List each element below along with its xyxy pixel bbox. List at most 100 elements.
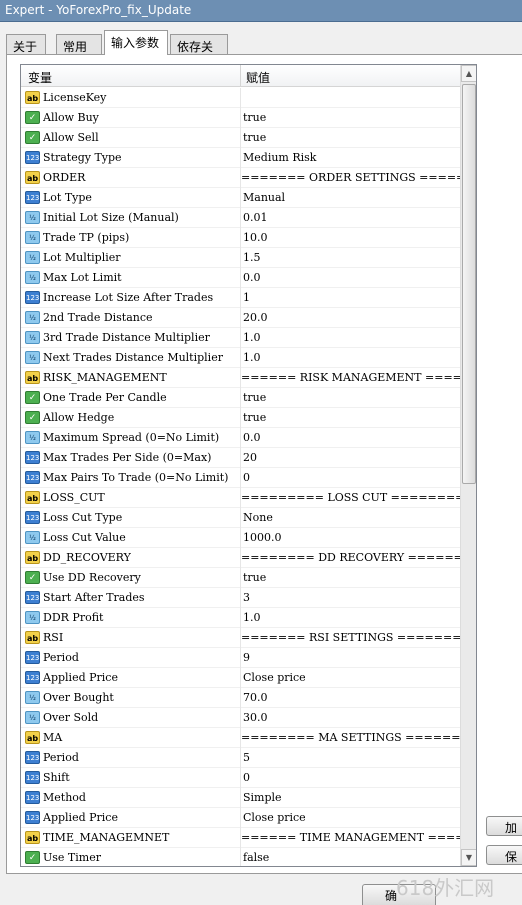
parameter-value[interactable]: 70.0	[243, 691, 457, 704]
table-row[interactable]: ab RSI ======= RSI SETTINGS ========	[21, 628, 460, 648]
tab-inputs[interactable]: 输入参数	[104, 30, 168, 55]
load-button[interactable]: 加	[486, 816, 522, 836]
table-row[interactable]: 123 Period 5	[21, 748, 460, 768]
table-row[interactable]: ab LicenseKey	[21, 88, 460, 108]
parameter-value[interactable]: ====== RISK MANAGEMENT =====	[241, 371, 460, 384]
save-button[interactable]: 保	[486, 845, 522, 865]
table-row[interactable]: ½ 3rd Trade Distance Multiplier 1.0	[21, 328, 460, 348]
table-row[interactable]: 123 Max Trades Per Side (0=Max) 20	[21, 448, 460, 468]
tab-about[interactable]: 关于	[6, 34, 46, 54]
parameter-value[interactable]: ======= ORDER SETTINGS ======	[241, 171, 460, 184]
column-header-variable[interactable]: 变量	[28, 69, 52, 86]
table-row[interactable]: ✓ One Trade Per Candle true	[21, 388, 460, 408]
table-row[interactable]: ½ 2nd Trade Distance 20.0	[21, 308, 460, 328]
integer-type-icon: 123	[25, 671, 40, 684]
grid-header: 变量 赋值	[21, 65, 460, 87]
parameter-value[interactable]: Close price	[243, 811, 457, 824]
table-row[interactable]: 123 Applied Price Close price	[21, 808, 460, 828]
parameter-value[interactable]: 20	[243, 451, 457, 464]
table-row[interactable]: 123 Start After Trades 3	[21, 588, 460, 608]
parameter-value[interactable]: ======== DD RECOVERY ========	[241, 551, 460, 564]
table-row[interactable]: ab MA ======== MA SETTINGS ========	[21, 728, 460, 748]
parameter-value[interactable]: 1.0	[243, 611, 457, 624]
table-row[interactable]: ½ Over Sold 30.0	[21, 708, 460, 728]
cell-divider	[240, 608, 241, 628]
parameter-value[interactable]: true	[243, 391, 457, 404]
parameter-value[interactable]: true	[243, 411, 457, 424]
table-row[interactable]: 123 Applied Price Close price	[21, 668, 460, 688]
parameter-value[interactable]: ======= RSI SETTINGS ========	[241, 631, 460, 644]
table-row[interactable]: ✓ Use DD Recovery true	[21, 568, 460, 588]
scroll-up-icon[interactable]: ▲	[461, 65, 476, 82]
parameter-name: Allow Hedge	[43, 411, 115, 424]
parameter-value[interactable]: ====== TIME MANAGEMENT ======	[241, 831, 460, 844]
parameter-value[interactable]: 0.0	[243, 271, 457, 284]
table-row[interactable]: 123 Shift 0	[21, 768, 460, 788]
table-row[interactable]: ✓ Allow Sell true	[21, 128, 460, 148]
parameter-value[interactable]: 1	[243, 291, 457, 304]
parameter-value[interactable]: Medium Risk	[243, 151, 457, 164]
parameter-value[interactable]: 20.0	[243, 311, 457, 324]
table-row[interactable]: ½ Max Lot Limit 0.0	[21, 268, 460, 288]
table-row[interactable]: ½ Initial Lot Size (Manual) 0.01	[21, 208, 460, 228]
table-row[interactable]: 123 Strategy Type Medium Risk	[21, 148, 460, 168]
table-row[interactable]: ½ DDR Profit 1.0	[21, 608, 460, 628]
table-row[interactable]: 123 Max Pairs To Trade (0=No Limit) 0	[21, 468, 460, 488]
table-row[interactable]: ab ORDER ======= ORDER SETTINGS ======	[21, 168, 460, 188]
table-row[interactable]: 123 Method Simple	[21, 788, 460, 808]
table-row[interactable]: ½ Loss Cut Value 1000.0	[21, 528, 460, 548]
parameter-value[interactable]: true	[243, 131, 457, 144]
scroll-down-icon[interactable]: ▼	[461, 849, 476, 866]
table-row[interactable]: ½ Lot Multiplier 1.5	[21, 248, 460, 268]
parameter-value[interactable]: true	[243, 571, 457, 584]
parameter-value[interactable]: Close price	[243, 671, 457, 684]
table-row[interactable]: ab LOSS_CUT ========= LOSS CUT =========	[21, 488, 460, 508]
parameter-value[interactable]: false	[243, 851, 457, 864]
parameter-value[interactable]: None	[243, 511, 457, 524]
column-header-value[interactable]: 赋值	[246, 69, 270, 86]
integer-type-icon: 123	[25, 151, 40, 164]
parameter-value[interactable]: Simple	[243, 791, 457, 804]
double-type-icon: ½	[25, 611, 40, 624]
tab-dependencies[interactable]: 依存关系	[170, 34, 228, 71]
table-row[interactable]: 123 Loss Cut Type None	[21, 508, 460, 528]
table-row[interactable]: ✓ Use Timer false	[21, 848, 460, 866]
table-row[interactable]: ab RISK_MANAGEMENT ====== RISK MANAGEMENT …	[21, 368, 460, 388]
table-row[interactable]: ab DD_RECOVERY ======== DD RECOVERY ======…	[21, 548, 460, 568]
table-row[interactable]: ½ Next Trades Distance Multiplier 1.0	[21, 348, 460, 368]
parameter-value[interactable]: true	[243, 111, 457, 124]
parameter-value[interactable]: 1.5	[243, 251, 457, 264]
table-row[interactable]: 123 Lot Type Manual	[21, 188, 460, 208]
table-row[interactable]: ½ Maximum Spread (0=No Limit) 0.0	[21, 428, 460, 448]
parameter-value[interactable]: ========= LOSS CUT =========	[241, 491, 460, 504]
parameter-value[interactable]: 5	[243, 751, 457, 764]
table-row[interactable]: 123 Increase Lot Size After Trades 1	[21, 288, 460, 308]
table-row[interactable]: ✓ Allow Hedge true	[21, 408, 460, 428]
column-divider[interactable]	[240, 65, 241, 87]
parameter-value[interactable]: 30.0	[243, 711, 457, 724]
parameter-value[interactable]: 1.0	[243, 351, 457, 364]
cell-divider	[240, 688, 241, 708]
parameter-value[interactable]: 0	[243, 771, 457, 784]
parameter-value[interactable]: 0.0	[243, 431, 457, 444]
parameter-value[interactable]: 3	[243, 591, 457, 604]
parameter-value[interactable]: ======== MA SETTINGS ========	[241, 731, 460, 744]
double-type-icon: ½	[25, 351, 40, 364]
parameter-value[interactable]: 10.0	[243, 231, 457, 244]
vertical-scrollbar[interactable]: ▲ ▼	[460, 65, 476, 866]
table-row[interactable]: ✓ Allow Buy true	[21, 108, 460, 128]
parameter-value[interactable]: 0.01	[243, 211, 457, 224]
table-row[interactable]: ½ Trade TP (pips) 10.0	[21, 228, 460, 248]
table-row[interactable]: ½ Over Bought 70.0	[21, 688, 460, 708]
table-row[interactable]: 123 Period 9	[21, 648, 460, 668]
cell-divider	[240, 428, 241, 448]
parameter-value[interactable]: 9	[243, 651, 457, 664]
scroll-thumb[interactable]	[462, 84, 476, 484]
double-type-icon: ½	[25, 231, 40, 244]
parameter-value[interactable]: 0	[243, 471, 457, 484]
table-row[interactable]: ab TIME_MANAGEMNET ====== TIME MANAGEMENT …	[21, 828, 460, 848]
parameter-value[interactable]: Manual	[243, 191, 457, 204]
parameter-value[interactable]: 1000.0	[243, 531, 457, 544]
tab-common[interactable]: 常用	[56, 34, 102, 54]
parameter-value[interactable]: 1.0	[243, 331, 457, 344]
